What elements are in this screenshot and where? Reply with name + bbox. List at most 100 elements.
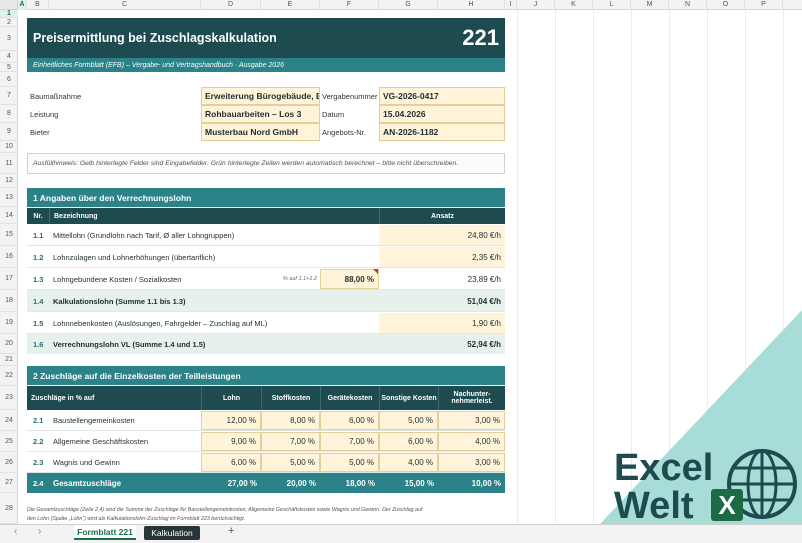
wg-stoff-input[interactable]: 5,00 % xyxy=(261,453,320,472)
agk-nu-input[interactable]: 4,00 % xyxy=(438,432,505,451)
angebots-input[interactable]: AN-2026-1182 xyxy=(379,123,505,141)
leistung-input[interactable]: Rohbauarbeiten – Los 3 xyxy=(201,105,320,123)
row-header-12[interactable]: 12 xyxy=(0,174,18,188)
row-header-2[interactable]: 2 xyxy=(0,18,18,27)
kalkulationslohn-value: 51,04 €/h xyxy=(467,296,501,306)
row-header-19[interactable]: 19 xyxy=(0,312,18,334)
wg-sonstige-input[interactable]: 4,00 % xyxy=(379,453,438,472)
sozialkosten-pct-input[interactable]: 88,00 % xyxy=(320,269,379,289)
row-header-18[interactable]: 18 xyxy=(0,290,18,312)
datum-input[interactable]: 15.04.2026 xyxy=(379,105,505,123)
column-header-d[interactable]: D xyxy=(201,0,261,10)
section2-col-label: Zuschläge in % auf xyxy=(27,386,201,410)
leistung-label: Leistung xyxy=(30,109,59,119)
row-header-9[interactable]: 9 xyxy=(0,123,18,141)
section1-col-ansatz: Ansatz xyxy=(379,208,505,224)
row-header-17[interactable]: 17 xyxy=(0,268,18,290)
agk-stoff-input[interactable]: 7,00 % xyxy=(261,432,320,451)
row-header-5[interactable]: 5 xyxy=(0,63,18,72)
agk-geraet-input[interactable]: 7,00 % xyxy=(320,432,379,451)
bgk-sonstige-input[interactable]: 5,00 % xyxy=(379,411,438,430)
bieter-input[interactable]: Musterbau Nord GmbH xyxy=(201,123,320,141)
column-header-h[interactable]: H xyxy=(438,0,505,10)
row-header-4[interactable]: 4 xyxy=(0,51,18,63)
bgk-nu-input[interactable]: 3,00 % xyxy=(438,411,505,430)
total-lohn: 27,00 % xyxy=(227,478,257,488)
row-number: 1.5 xyxy=(33,318,44,328)
row-header-10[interactable]: 10 xyxy=(0,141,18,153)
baumassnahme-label: Baumaßnahme xyxy=(30,91,82,101)
logo-text-excel: Excel xyxy=(614,447,714,489)
column-header-b[interactable]: B xyxy=(27,0,49,10)
column-header-c[interactable]: C xyxy=(49,0,201,10)
lohnnebenkosten-input[interactable]: 1,90 €/h xyxy=(379,313,505,333)
column-header-k[interactable]: K xyxy=(555,0,593,10)
total-geraet: 18,00 % xyxy=(345,478,375,488)
comment-marker-icon[interactable] xyxy=(373,269,378,274)
column-header-p[interactable]: P xyxy=(745,0,783,10)
column-header-e[interactable]: E xyxy=(261,0,320,10)
mittellohn-input[interactable]: 24,80 €/h xyxy=(379,225,505,245)
bgk-stoff-input[interactable]: 8,00 % xyxy=(261,411,320,430)
section2-col-stoffkosten: Stoffkosten xyxy=(261,386,320,410)
column-header-n[interactable]: N xyxy=(669,0,707,10)
row-header-3[interactable]: 3 xyxy=(0,27,18,51)
add-sheet-button[interactable]: + xyxy=(228,525,234,537)
column-header-i[interactable]: I xyxy=(505,0,517,10)
row-header-25[interactable]: 25 xyxy=(0,431,18,452)
column-header-m[interactable]: M xyxy=(631,0,669,10)
wg-geraet-input[interactable]: 5,00 % xyxy=(320,453,379,472)
row-number: 1.2 xyxy=(33,252,44,262)
row-header-26[interactable]: 26 xyxy=(0,452,18,473)
total-stoff: 20,00 % xyxy=(286,478,316,488)
row-header-6[interactable]: 6 xyxy=(0,72,18,87)
row-header-27[interactable]: 27 xyxy=(0,473,18,493)
row-label: Gesamtzuschläge xyxy=(53,478,122,488)
sheet-tab-formblatt-221[interactable]: Formblatt 221 xyxy=(74,525,136,540)
row-label: Mittellohn (Grundlohn nach Tarif, Ø alle… xyxy=(53,230,235,240)
agk-sonstige-input[interactable]: 6,00 % xyxy=(379,432,438,451)
row-header-1[interactable]: 1 xyxy=(0,10,18,18)
row-header-7[interactable]: 7 xyxy=(0,87,18,105)
row-header-11[interactable]: 11 xyxy=(0,153,18,174)
sozialkosten-value: 23,89 €/h xyxy=(467,274,501,284)
scroll-right-icon[interactable]: › xyxy=(38,526,41,537)
vergabenummer-input[interactable]: VG-2026-0417 xyxy=(379,87,505,105)
column-header-j[interactable]: J xyxy=(517,0,555,10)
column-header-a[interactable]: A xyxy=(18,0,27,10)
row-header-16[interactable]: 16 xyxy=(0,246,18,268)
section1-col-bezeichnung: Bezeichnung xyxy=(49,208,379,224)
section2-col-nachunternehmer: Nachunter-nehmerleist. xyxy=(438,386,505,410)
row-label: Allgemeine Geschäftskosten xyxy=(53,437,149,446)
select-all-corner[interactable] xyxy=(0,0,18,10)
baumassnahme-input[interactable]: Erweiterung Bürogebäude, Ba xyxy=(201,87,320,105)
row-number: 2.2 xyxy=(33,437,44,446)
row-header-8[interactable]: 8 xyxy=(0,105,18,123)
column-header-l[interactable]: L xyxy=(593,0,631,10)
section2-col-geraetekosten: Gerätekosten xyxy=(320,386,379,410)
sheet-tab-kalkulation[interactable]: Kalkulation xyxy=(144,526,200,540)
wg-lohn-input[interactable]: 6,00 % xyxy=(201,453,261,472)
row-header-24[interactable]: 24 xyxy=(0,410,18,431)
bgk-lohn-input[interactable]: 12,00 % xyxy=(201,411,261,430)
row-header-20[interactable]: 20 xyxy=(0,334,18,354)
wg-nu-input[interactable]: 3,00 % xyxy=(438,453,505,472)
row-header-23[interactable]: 23 xyxy=(0,386,18,410)
row-header-14[interactable]: 14 xyxy=(0,207,18,224)
agk-lohn-input[interactable]: 9,00 % xyxy=(201,432,261,451)
row-header-28[interactable]: 28 xyxy=(0,493,18,524)
gridline xyxy=(555,10,556,524)
row-header-21[interactable]: 21 xyxy=(0,354,18,366)
column-header-g[interactable]: G xyxy=(379,0,438,10)
row-label: Lohnnebenkosten (Auslösungen, Fahrgelder… xyxy=(53,318,268,328)
row-header-13[interactable]: 13 xyxy=(0,188,18,207)
section2-col-lohn: Lohn xyxy=(201,386,261,410)
scroll-left-icon[interactable]: ‹ xyxy=(14,526,17,537)
row-header-15[interactable]: 15 xyxy=(0,224,18,246)
lohnzulagen-input[interactable]: 2,35 €/h xyxy=(379,247,505,267)
row-header-22[interactable]: 22 xyxy=(0,366,18,386)
bgk-geraet-input[interactable]: 6,00 % xyxy=(320,411,379,430)
column-header-f[interactable]: F xyxy=(320,0,379,10)
column-header-o[interactable]: O xyxy=(707,0,745,10)
gridline xyxy=(517,10,518,524)
